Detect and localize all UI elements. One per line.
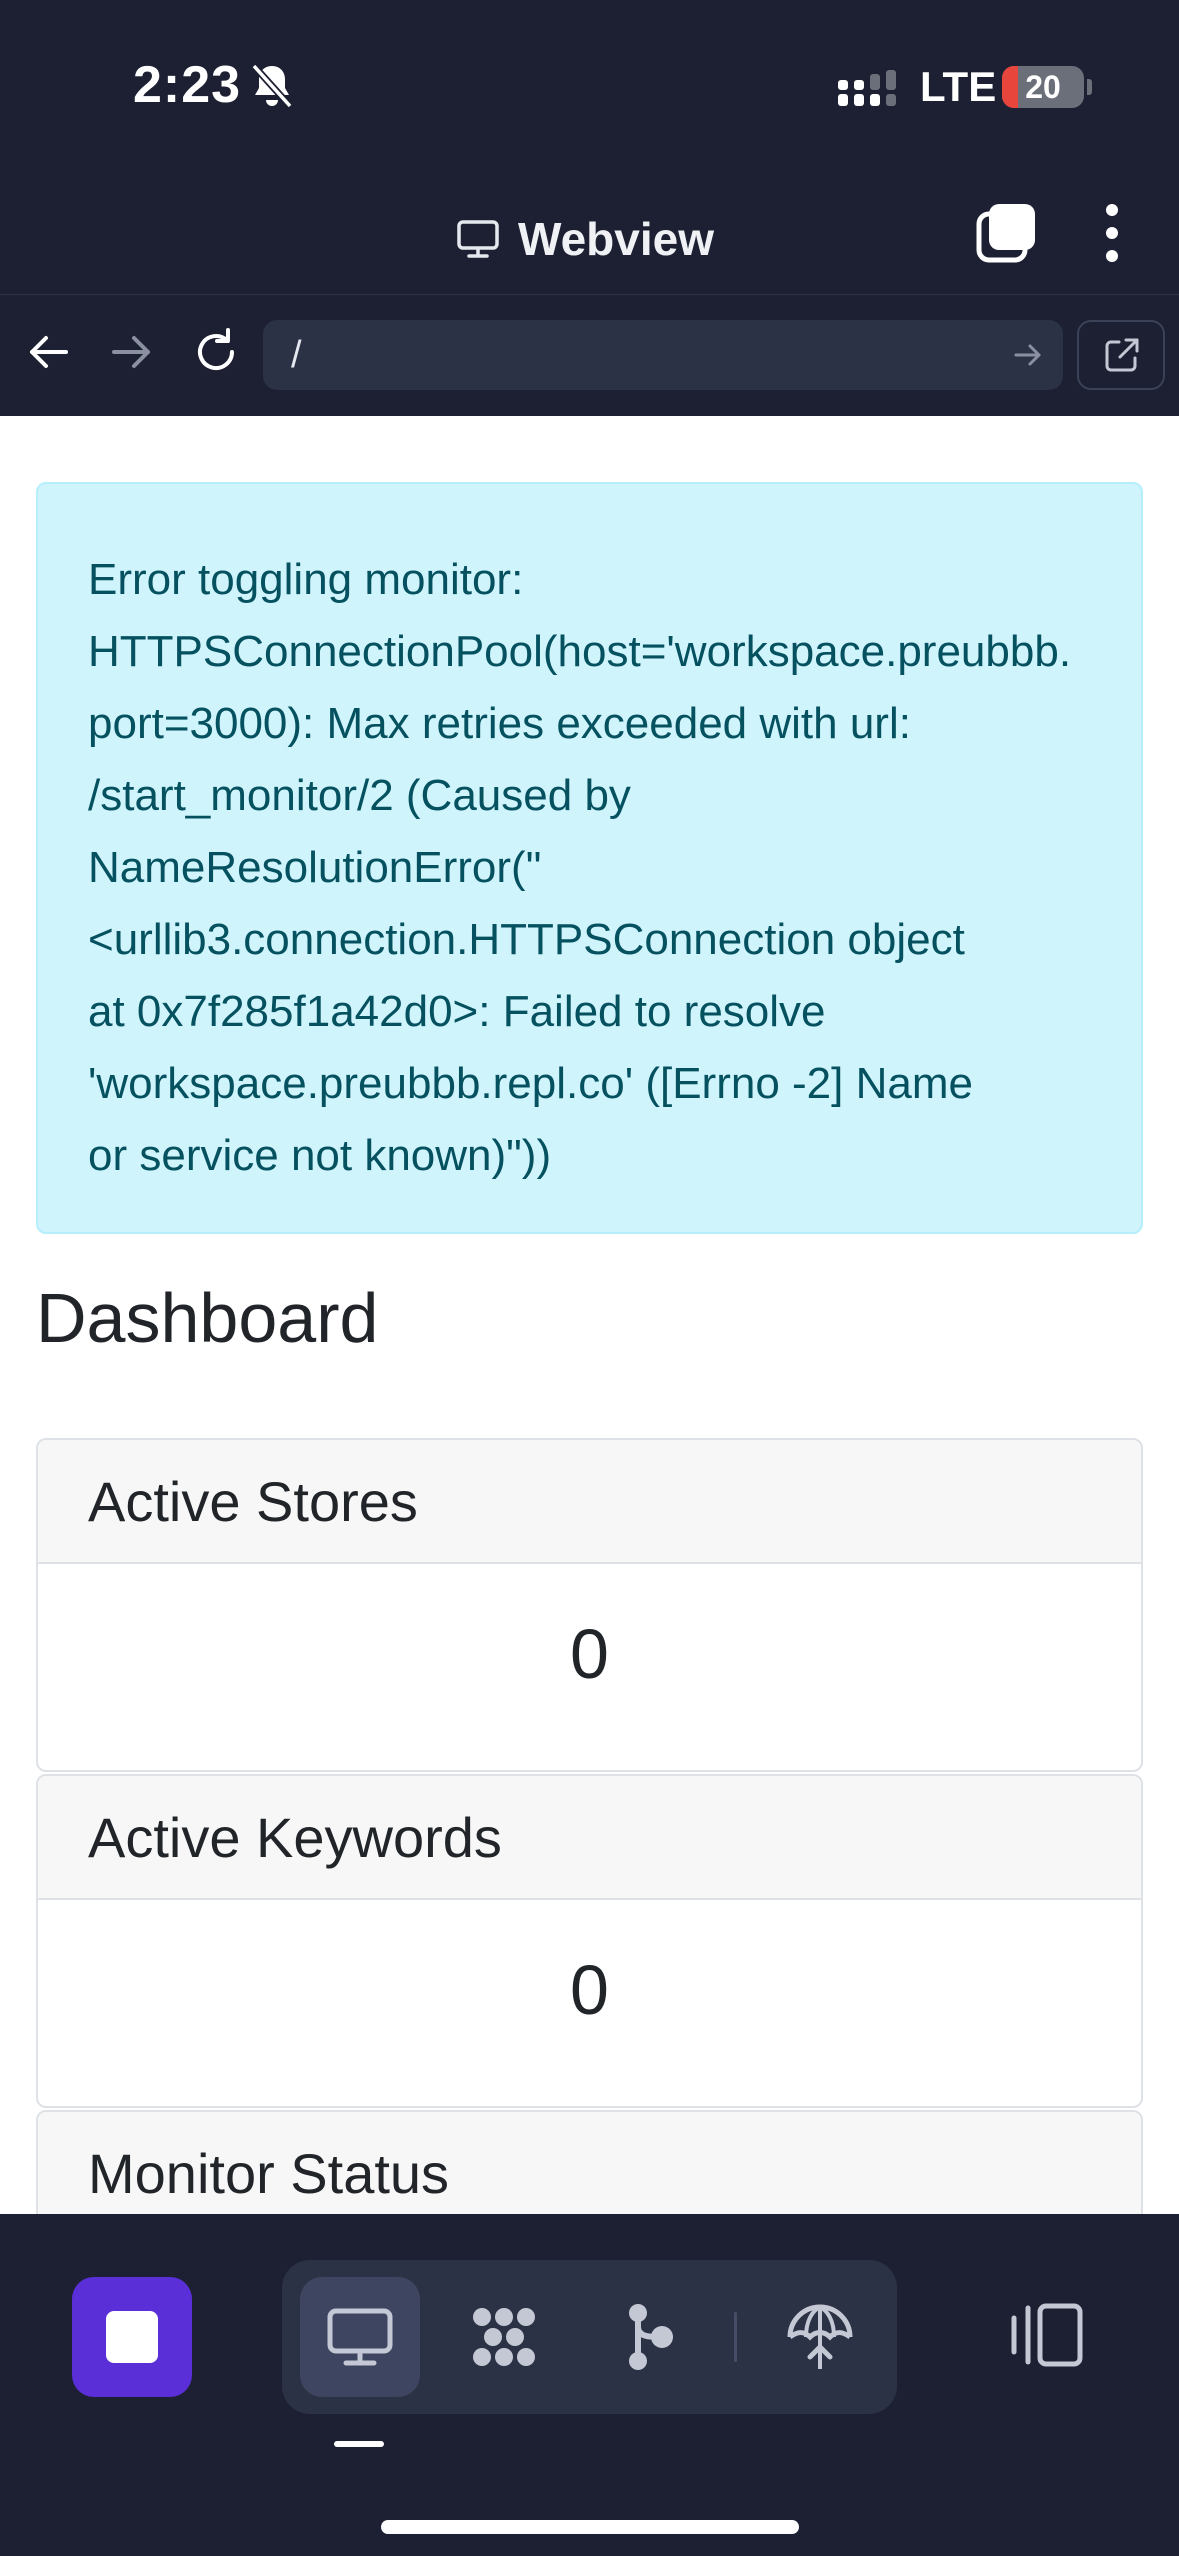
- reload-icon[interactable]: [188, 324, 244, 380]
- git-tab-button[interactable]: [588, 2277, 708, 2397]
- card-monitor-status: Monitor Status: [36, 2110, 1143, 2214]
- tool-group: [282, 2260, 897, 2414]
- forward-arrow-icon[interactable]: [104, 324, 160, 380]
- desktop-icon: [327, 2308, 393, 2366]
- header-title: Webview: [518, 213, 714, 265]
- battery: 20: [1002, 66, 1084, 108]
- packages-icon: [473, 2308, 535, 2366]
- more-vertical-icon[interactable]: [1092, 200, 1132, 266]
- go-arrow-icon[interactable]: [1011, 338, 1045, 372]
- home-indicator[interactable]: [381, 2520, 799, 2534]
- battery-level: 20: [1025, 69, 1061, 105]
- active-tab-indicator: [334, 2441, 384, 2447]
- card-active-stores: Active Stores 0: [36, 1438, 1143, 1772]
- deploy-icon: [787, 2304, 853, 2369]
- toolbar-separator: [734, 2312, 737, 2362]
- back-arrow-icon[interactable]: [20, 324, 76, 380]
- bell-slash-icon: [251, 63, 293, 109]
- open-external-button[interactable]: [1077, 320, 1165, 390]
- app-header: Webview: [0, 170, 1179, 295]
- error-alert-text: Error toggling monitor: HTTPSConnectionP…: [88, 555, 1072, 1180]
- tabs-icon[interactable]: [975, 202, 1037, 264]
- card-value: 0: [570, 1951, 609, 2029]
- page-title: Dashboard: [36, 1279, 379, 1357]
- status-bar: 2:23 LTE 20: [0, 0, 1179, 170]
- card-header: Active Keywords: [38, 1776, 1141, 1900]
- battery-nub: [1087, 79, 1092, 95]
- card-header: Monitor Status: [38, 2112, 1141, 2214]
- deploy-tab-button[interactable]: [760, 2277, 880, 2397]
- panel-toggle-icon[interactable]: [1000, 2284, 1090, 2384]
- status-time: 2:23: [133, 56, 242, 114]
- card-header: Active Stores: [38, 1440, 1141, 1564]
- git-icon: [629, 2304, 673, 2370]
- bottom-toolbar: [0, 2214, 1179, 2556]
- desktop-tab-button[interactable]: [300, 2277, 420, 2397]
- monitor-icon: [457, 220, 499, 258]
- external-link-icon: [1105, 338, 1139, 372]
- packages-tab-button[interactable]: [444, 2277, 564, 2397]
- network-type: LTE: [920, 63, 997, 110]
- url-input[interactable]: /: [263, 320, 1063, 390]
- signal-icon: [838, 70, 896, 106]
- card-active-keywords: Active Keywords 0: [36, 1774, 1143, 2108]
- card-value: 0: [570, 1615, 609, 1693]
- stop-button[interactable]: [72, 2277, 192, 2397]
- webview-content: Error toggling monitor: HTTPSConnectionP…: [0, 416, 1179, 2214]
- header-title-group: Webview: [456, 212, 714, 266]
- stop-icon: [106, 2311, 158, 2363]
- error-alert: Error toggling monitor: HTTPSConnectionP…: [36, 482, 1143, 1234]
- url-bar: /: [0, 296, 1179, 416]
- url-text: /: [291, 334, 302, 376]
